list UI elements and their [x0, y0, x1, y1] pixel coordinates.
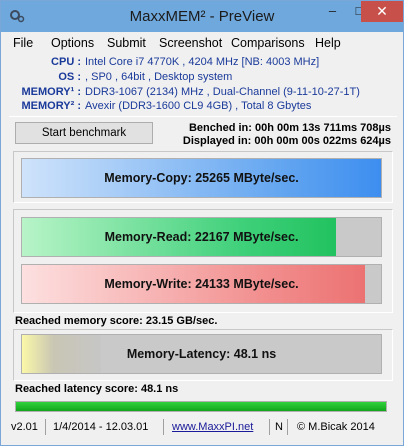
memory-score: Reached memory score: 23.15 GB/sec.: [15, 315, 218, 327]
status-divider: [45, 419, 46, 435]
memory-write-bar: Memory-Write: 24133 MByte/sec.: [21, 264, 382, 304]
os-value: , SP0 , 64bit , Desktop system: [85, 71, 233, 83]
menu-options[interactable]: Options: [51, 36, 94, 50]
os-label: OS :: [58, 71, 81, 83]
build-date: 1/4/2014 - 12.03.01: [53, 421, 149, 433]
status-divider: [269, 419, 270, 435]
cpu-value: Intel Core i7 4770K , 4204 MHz [NB: 4003…: [85, 56, 320, 68]
benched-time: Benched in: 00h 00m 13s 711ms 708µs: [188, 122, 391, 134]
benchmark-progress: [15, 401, 387, 412]
app-window: MaxxMEM² - PreView – □ ✕ File Options Su…: [0, 0, 404, 446]
menu-help[interactable]: Help: [315, 36, 341, 50]
memory1-value: DDR3-1067 (2134) MHz , Dual-Channel (9-1…: [85, 86, 360, 98]
memory-read-bar: Memory-Read: 22167 MByte/sec.: [21, 217, 382, 257]
menu-submit[interactable]: Submit: [107, 36, 146, 50]
memory-write-label: Memory-Write: 24133 MByte/sec.: [104, 277, 299, 291]
displayed-time: Displayed in: 00h 00m 00s 022ms 624µs: [182, 135, 391, 147]
minimize-button[interactable]: –: [319, 1, 346, 22]
menu-file[interactable]: File: [13, 36, 33, 50]
status-divider: [287, 419, 288, 435]
copyright-text: © M.Bicak 2014: [297, 421, 375, 433]
close-button[interactable]: ✕: [361, 1, 403, 22]
divider: [9, 116, 397, 117]
title-bar[interactable]: MaxxMEM² - PreView – □ ✕: [1, 1, 403, 32]
cpu-label: CPU :: [51, 56, 81, 68]
memory-copy-bar: Memory-Copy: 25265 MByte/sec.: [21, 158, 382, 198]
latency-score: Reached latency score: 48.1 ns: [15, 383, 179, 395]
memory-latency-bar: Memory-Latency: 48.1 ns: [21, 334, 382, 374]
flag-indicator: N: [275, 421, 283, 433]
memory2-label: MEMORY² :: [21, 100, 81, 112]
status-bar: v2.01 1/4/2014 - 12.03.01 www.MaxxPI.net…: [7, 418, 397, 436]
status-divider: [163, 419, 164, 435]
start-benchmark-button[interactable]: Start benchmark: [15, 122, 153, 144]
memory-latency-label: Memory-Latency: 48.1 ns: [126, 347, 277, 361]
menu-screenshot[interactable]: Screenshot: [159, 36, 222, 50]
menu-comparisons[interactable]: Comparisons: [231, 36, 305, 50]
memory2-value: Avexir (DDR3-1600 CL9 4GB) , Total 8 Gby…: [85, 100, 312, 112]
memory-read-label: Memory-Read: 22167 MByte/sec.: [104, 230, 299, 244]
memory-copy-label: Memory-Copy: 25265 MByte/sec.: [104, 171, 299, 185]
version-text: v2.01: [11, 421, 38, 433]
memory1-label: MEMORY¹ :: [21, 86, 81, 98]
website-link[interactable]: www.MaxxPI.net: [172, 418, 253, 436]
benchmark-progress-fill: [16, 402, 386, 411]
